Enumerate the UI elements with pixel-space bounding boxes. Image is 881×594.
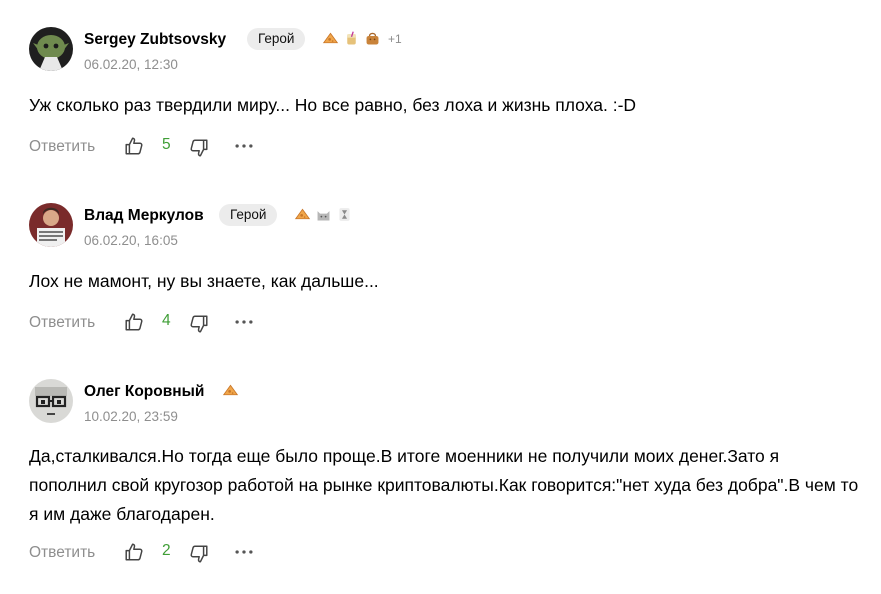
awards-more-count[interactable]: +1: [388, 32, 402, 46]
avatar[interactable]: [29, 27, 73, 71]
comment-item: Олег Коровный 10.02.20, 23:59 Да,сталкив…: [0, 379, 881, 579]
cheese-icon[interactable]: [322, 30, 339, 47]
cat-icon[interactable]: [315, 206, 332, 223]
comment-item: Влад Меркулов Герой 06.02.20, 16:05 Лох …: [0, 203, 881, 343]
hero-badge: Герой: [247, 28, 306, 50]
reply-button[interactable]: Ответить: [29, 544, 95, 562]
comment-text: Лох не мамонт, ну вы знаете, как дальше.…: [29, 271, 379, 291]
bag-icon[interactable]: [364, 30, 381, 47]
comment-actions: Ответить 4: [29, 311, 329, 335]
comment-date[interactable]: 06.02.20, 16:05: [84, 233, 178, 248]
comment-actions: Ответить 2: [29, 541, 329, 565]
author-name[interactable]: Влад Меркулов: [84, 207, 204, 225]
thumbs-up-icon[interactable]: [123, 541, 145, 563]
awards: +1: [322, 30, 402, 47]
thumbs-down-icon[interactable]: [188, 137, 210, 159]
author-name[interactable]: Олег Коровный: [84, 383, 204, 401]
comment-actions: Ответить 5: [29, 135, 329, 159]
drink-icon[interactable]: [343, 30, 360, 47]
cheese-icon[interactable]: [222, 382, 239, 399]
like-count: 5: [162, 136, 171, 153]
thumbs-up-icon[interactable]: [123, 311, 145, 333]
reply-button[interactable]: Ответить: [29, 314, 95, 332]
comment-item: Sergey Zubtsovsky Герой +1 06.02.20, 12:…: [0, 27, 881, 167]
more-dots-icon[interactable]: [233, 541, 255, 563]
hourglass-icon[interactable]: [336, 206, 353, 223]
more-dots-icon[interactable]: [233, 135, 255, 157]
more-dots-icon[interactable]: [233, 311, 255, 333]
avatar[interactable]: [29, 203, 73, 247]
thumbs-down-icon[interactable]: [188, 543, 210, 565]
comment-text: Уж сколько раз твердили миру... Но все р…: [29, 95, 637, 115]
awards: [222, 382, 239, 399]
like-count: 2: [162, 542, 171, 559]
comment-date[interactable]: 10.02.20, 23:59: [84, 409, 178, 424]
comment-date[interactable]: 06.02.20, 12:30: [84, 57, 178, 72]
like-count: 4: [162, 312, 171, 329]
cheese-icon[interactable]: [294, 206, 311, 223]
author-name[interactable]: Sergey Zubtsovsky: [84, 31, 226, 49]
hero-badge: Герой: [219, 204, 278, 226]
avatar[interactable]: [29, 379, 73, 423]
awards: [294, 206, 353, 223]
reply-button[interactable]: Ответить: [29, 138, 95, 156]
thumbs-up-icon[interactable]: [123, 135, 145, 157]
thumbs-down-icon[interactable]: [188, 313, 210, 335]
comment-text: Да,сталкивался.Но тогда еще было проще.В…: [29, 446, 859, 524]
